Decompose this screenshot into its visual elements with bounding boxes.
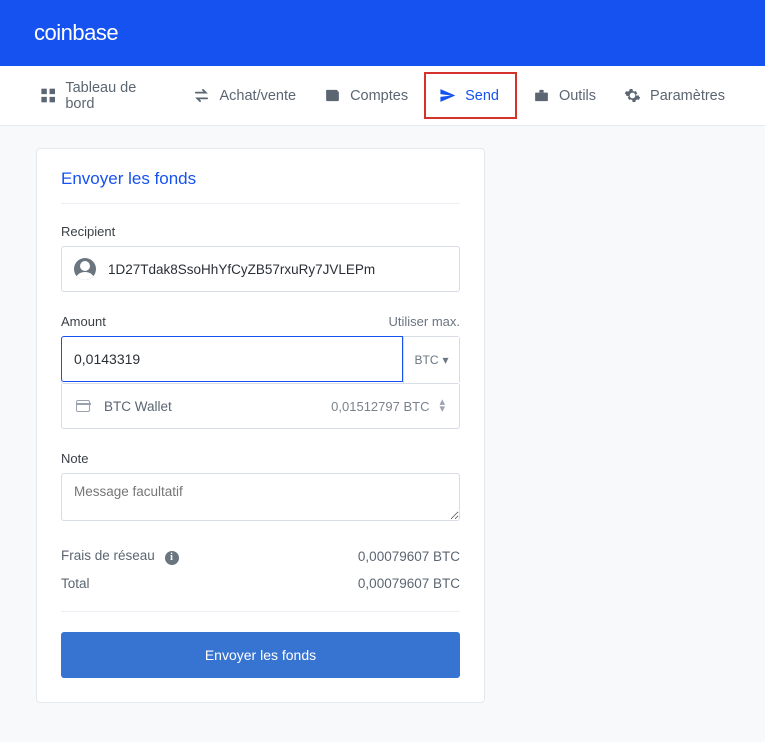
- nav-label: Outils: [559, 88, 596, 104]
- nav-settings[interactable]: Paramètres: [610, 66, 739, 126]
- use-max-link[interactable]: Utiliser max.: [388, 314, 460, 329]
- submit-button[interactable]: Envoyer les fonds: [61, 632, 460, 678]
- grid-icon: [40, 87, 56, 104]
- nav-dashboard[interactable]: Tableau de bord: [26, 66, 179, 126]
- total-row: Total 0,00079607 BTC: [61, 576, 460, 591]
- info-icon[interactable]: i: [165, 551, 179, 565]
- recipient-input[interactable]: 1D27Tdak8SsoHhYfCyZB57rxuRy7JVLEPm: [61, 246, 460, 292]
- avatar-icon: [74, 258, 96, 280]
- note-label: Note: [61, 451, 460, 466]
- recipient-value: 1D27Tdak8SsoHhYfCyZB57rxuRy7JVLEPm: [108, 262, 375, 277]
- recipient-label: Recipient: [61, 224, 460, 239]
- dropdown-icon: ▾: [442, 353, 448, 367]
- nav-label: Achat/vente: [219, 88, 296, 104]
- amount-row: BTC ▾: [61, 336, 460, 384]
- wallet-icon: [76, 400, 90, 412]
- main-nav: Tableau de bord Achat/vente Comptes Send…: [0, 66, 765, 126]
- wallet-balance: 0,01512797 BTC: [331, 399, 429, 414]
- sort-icon: ▴▾: [439, 399, 445, 413]
- app-header: coinbase: [0, 0, 765, 66]
- note-input[interactable]: [61, 473, 460, 521]
- fee-value: 0,00079607 BTC: [358, 549, 460, 564]
- nav-label: Send: [465, 88, 499, 104]
- total-label: Total: [61, 576, 90, 591]
- nav-tools[interactable]: Outils: [519, 66, 610, 126]
- card-title: Envoyer les fonds: [61, 169, 460, 204]
- nav-label: Paramètres: [650, 88, 725, 104]
- nav-label: Comptes: [350, 88, 408, 104]
- wallet-select[interactable]: BTC Wallet 0,01512797 BTC ▴▾: [61, 384, 460, 429]
- send-icon: [439, 87, 456, 104]
- network-fee-row: Frais de réseau i 0,00079607 BTC: [61, 548, 460, 565]
- brand-logo: coinbase: [34, 20, 118, 46]
- briefcase-icon: [533, 87, 550, 104]
- amount-label: Amount: [61, 314, 106, 329]
- transfer-icon: [193, 87, 210, 104]
- currency-select[interactable]: BTC ▾: [403, 337, 459, 383]
- wallet-icon: [324, 87, 341, 104]
- wallet-name: BTC Wallet: [104, 399, 331, 414]
- gear-icon: [624, 87, 641, 104]
- nav-buy-sell[interactable]: Achat/vente: [179, 66, 310, 126]
- currency-value: BTC: [414, 353, 438, 367]
- total-value: 0,00079607 BTC: [358, 576, 460, 591]
- nav-accounts[interactable]: Comptes: [310, 66, 422, 126]
- nav-label: Tableau de bord: [65, 80, 165, 112]
- send-card: Envoyer les fonds Recipient 1D27Tdak8Sso…: [36, 148, 485, 703]
- nav-send[interactable]: Send: [424, 72, 517, 119]
- fee-label: Frais de réseau: [61, 548, 155, 563]
- divider: [61, 611, 460, 612]
- amount-input[interactable]: [61, 336, 403, 382]
